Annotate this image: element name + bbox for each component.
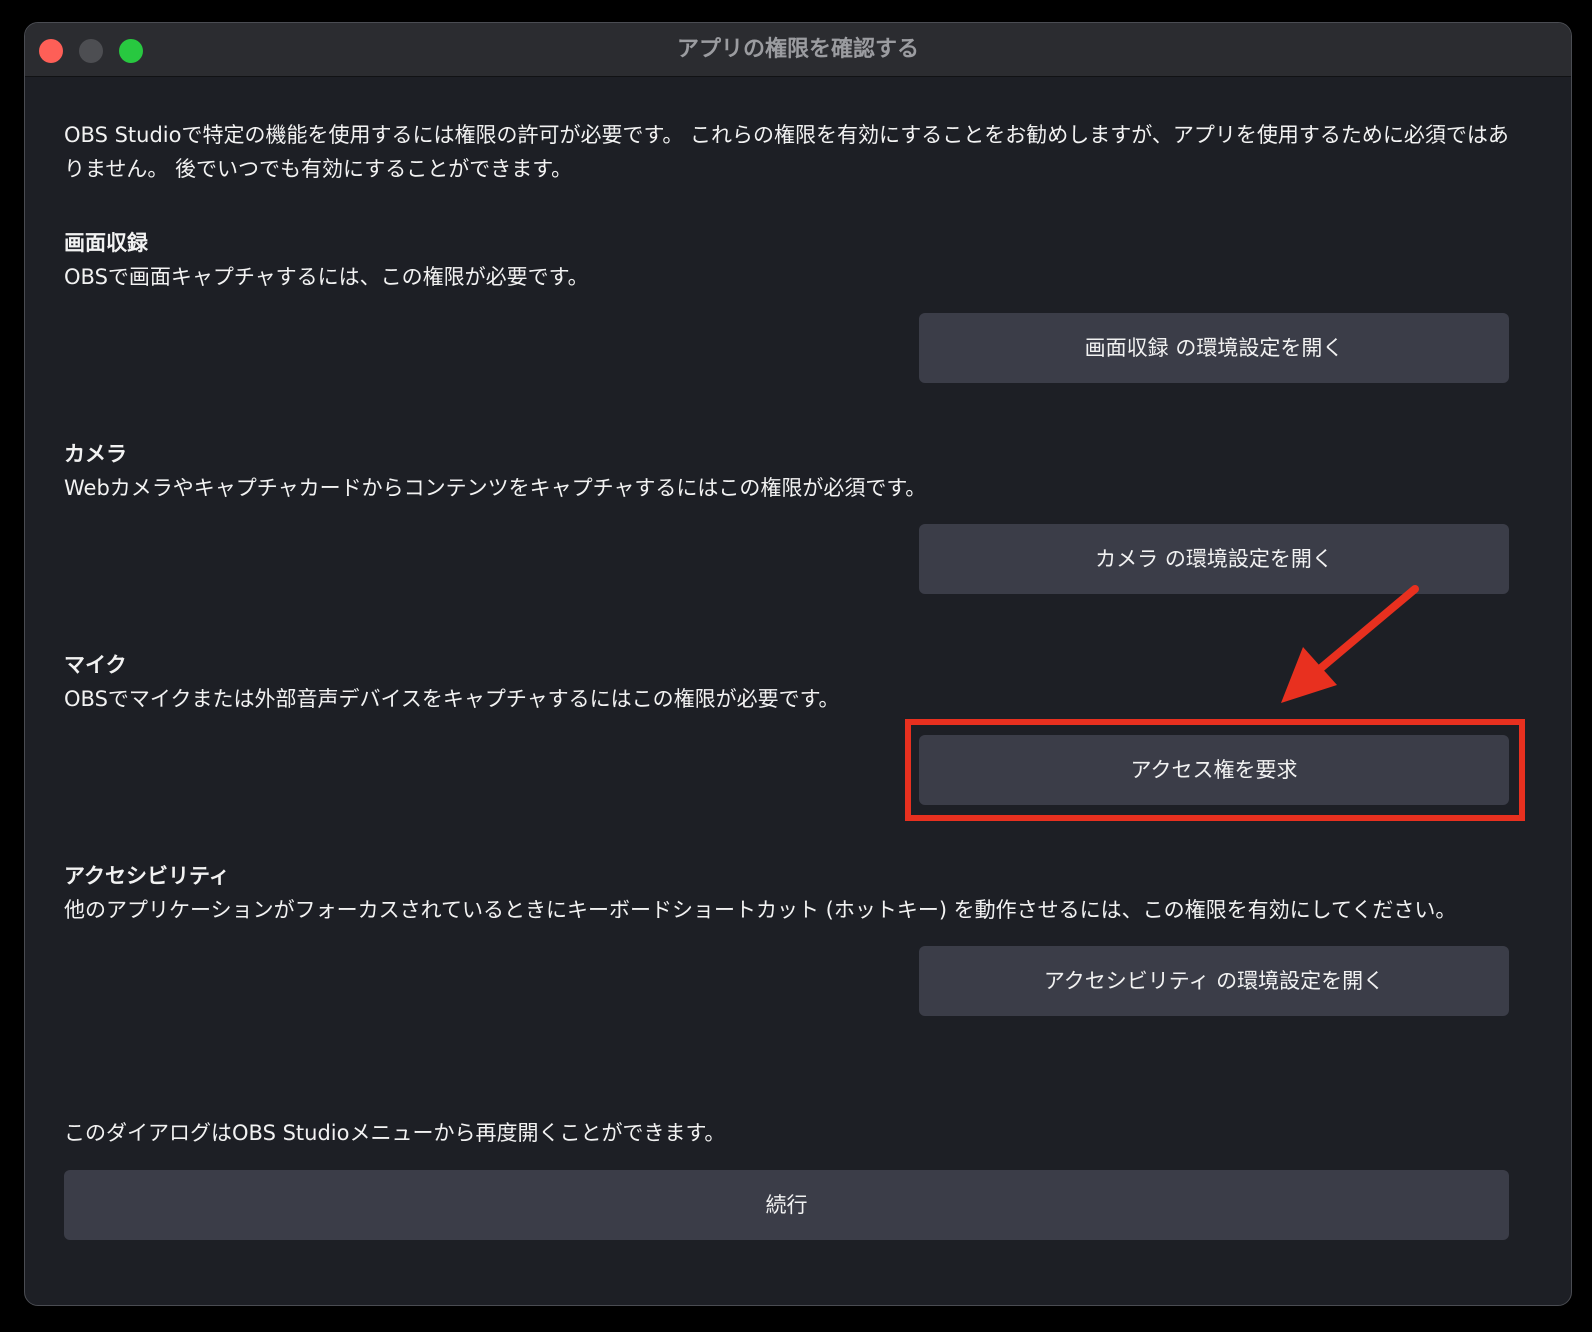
section-title-camera: カメラ bbox=[64, 442, 127, 466]
window-title: アプリの権限を確認する bbox=[676, 37, 919, 62]
section-title-microphone: マイク bbox=[64, 653, 127, 677]
section-title-screen-recording: 画面収録 bbox=[64, 231, 148, 255]
open-accessibility-settings-button[interactable]: アクセシビリティ の環境設定を開く bbox=[919, 946, 1509, 1016]
section-desc-screen-recording: OBSで画面キャプチャするには、この権限が必要です。 bbox=[64, 265, 589, 289]
open-screen-recording-settings-button[interactable]: 画面収録 の環境設定を開く bbox=[919, 313, 1509, 383]
dialog-content: OBS Studioで特定の機能を使用するには権限の許可が必要です。 これらの権… bbox=[25, 77, 1571, 1305]
open-camera-settings-button[interactable]: カメラ の環境設定を開く bbox=[919, 524, 1509, 594]
titlebar: アプリの権限を確認する bbox=[25, 23, 1571, 77]
section-desc-camera: Webカメラやキャプチャカードからコンテンツをキャプチャするにはこの権限が必須で… bbox=[64, 476, 927, 500]
permissions-window: アプリの権限を確認する OBS Studioで特定の機能を使用するには権限の許可… bbox=[24, 22, 1572, 1306]
section-title-accessibility: アクセシビリティ bbox=[64, 864, 230, 888]
reopen-dialog-note: このダイアログはOBS Studioメニューから再度開くことができます。 bbox=[64, 1121, 726, 1145]
continue-button[interactable]: 続行 bbox=[64, 1170, 1509, 1240]
section-desc-microphone: OBSでマイクまたは外部音声デバイスをキャプチャするにはこの権限が必要です。 bbox=[64, 687, 840, 711]
section-desc-accessibility: 他のアプリケーションがフォーカスされているときにキーボードショートカット (ホッ… bbox=[64, 898, 1457, 922]
request-microphone-access-button[interactable]: アクセス権を要求 bbox=[919, 735, 1509, 805]
intro-text: OBS Studioで特定の機能を使用するには権限の許可が必要です。 これらの権… bbox=[64, 123, 1509, 181]
